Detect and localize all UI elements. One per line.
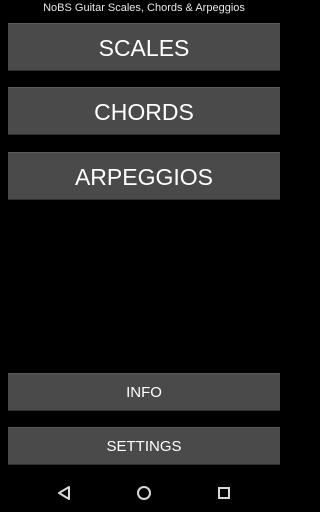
arpeggios-button[interactable]: ARPEGGIOS (8, 152, 280, 200)
recents-square-icon (218, 486, 230, 499)
back-triangle-icon (58, 485, 70, 500)
info-button[interactable]: INFO (8, 373, 280, 411)
settings-button[interactable]: SETTINGS (8, 427, 280, 465)
home-circle-icon (137, 485, 151, 500)
scales-button[interactable]: SCALES (8, 23, 280, 71)
recents-icon[interactable] (204, 473, 244, 512)
system-navigation-bar (0, 473, 288, 512)
home-icon[interactable] (124, 473, 164, 512)
chords-button[interactable]: CHORDS (8, 87, 280, 135)
app-title: NoBS Guitar Scales, Chords & Arpeggios (43, 2, 245, 14)
back-icon[interactable] (44, 473, 84, 512)
app-screen: NoBS Guitar Scales, Chords & Arpeggios S… (0, 0, 288, 512)
